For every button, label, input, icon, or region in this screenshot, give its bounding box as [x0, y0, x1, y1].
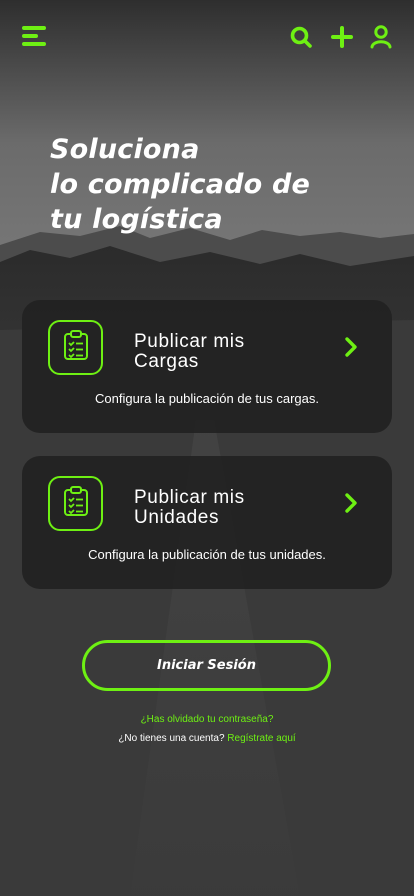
card-description: Configura la publicación de tus cargas.: [94, 391, 320, 406]
clipboard-checklist-icon: [63, 330, 89, 365]
hero-line: Soluciona: [50, 134, 200, 165]
hero-headline: Soluciona lo complicado de tu logística: [50, 132, 380, 237]
user-icon[interactable]: [370, 25, 392, 49]
card-title-line: Publicar mis: [134, 487, 245, 508]
menu-icon[interactable]: [22, 26, 46, 46]
search-icon[interactable]: [290, 26, 312, 48]
register-prompt: ¿No tienes una cuenta? Regístrate aquí: [0, 733, 414, 744]
card-title-line: Unidades: [134, 507, 220, 528]
card-description: Configura la publicación de tus unidades…: [88, 547, 326, 562]
register-link[interactable]: Regístrate aquí: [227, 733, 295, 744]
clipboard-checklist-icon: [63, 486, 89, 521]
hero-line: lo complicado de: [50, 169, 311, 200]
login-button[interactable]: Iniciar Sesión: [82, 640, 331, 691]
chevron-right-icon[interactable]: [344, 492, 358, 514]
publish-units-card[interactable]: Publicar mis Unidades Configura la publi…: [22, 456, 392, 589]
chevron-right-icon[interactable]: [344, 336, 358, 358]
forgot-password-link[interactable]: ¿Has olvidado tu contraseña?: [0, 714, 414, 725]
no-account-text: ¿No tienes una cuenta?: [118, 733, 225, 744]
publish-cargo-card[interactable]: Publicar mis Cargas Configura la publica…: [22, 300, 392, 433]
card-title-line: Publicar mis: [134, 331, 245, 352]
card-icon-badge: [48, 476, 103, 531]
card-icon-badge: [48, 320, 103, 375]
card-title-line: Cargas: [134, 351, 199, 372]
card-title: Publicar mis Cargas: [134, 332, 324, 372]
plus-icon[interactable]: [331, 26, 353, 48]
top-bar: [0, 0, 414, 70]
hero-line: tu logística: [50, 204, 223, 235]
card-title: Publicar mis Unidades: [134, 488, 324, 528]
